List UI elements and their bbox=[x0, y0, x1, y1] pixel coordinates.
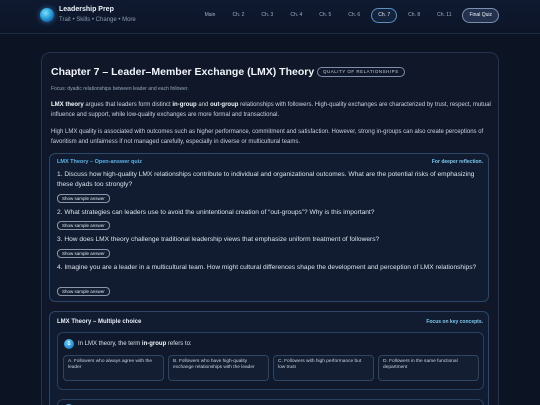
term-out-group: out-group bbox=[210, 102, 239, 108]
option-b[interactable]: B. Followers who have high-quality excha… bbox=[168, 355, 269, 381]
show-sample-answer-1-button[interactable]: Show sample answer bbox=[57, 194, 110, 203]
open-question-2: 2. What strategies can leaders use to av… bbox=[57, 209, 375, 216]
nav-ch11[interactable]: Ch. 11 bbox=[431, 8, 457, 23]
mc-quiz-title: LMX Theory – Multiple choice bbox=[57, 319, 142, 325]
open-question-1: 1. Discuss how high-quality LMX relation… bbox=[57, 171, 475, 188]
mc-question-text: In LMX theory, the term in-group refers … bbox=[78, 341, 192, 347]
outcomes-paragraph: High LMX quality is associated with outc… bbox=[51, 129, 484, 145]
brand-subtitle: Trait • Skills • Change • More bbox=[59, 17, 136, 23]
multiple-choice-quiz: LMX Theory – Multiple choice Focus on ke… bbox=[49, 311, 489, 405]
mc-question-1: 1 In LMX theory, the term in-group refer… bbox=[57, 332, 484, 390]
nav-ch2[interactable]: Ch. 2 bbox=[226, 8, 250, 23]
option-a[interactable]: A. Followers who always agree with the l… bbox=[63, 355, 164, 381]
nav-ch7[interactable]: Ch. 7 bbox=[371, 8, 398, 23]
brand-title: Leadership Prep bbox=[59, 6, 114, 13]
nav-ch4[interactable]: Ch. 4 bbox=[284, 8, 308, 23]
option-c[interactable]: C. Followers with high performance but l… bbox=[273, 355, 374, 381]
nav-ch8[interactable]: Ch. 8 bbox=[402, 8, 426, 23]
nav-ch3[interactable]: Ch. 3 bbox=[255, 8, 279, 23]
logo-icon bbox=[40, 8, 54, 22]
open-question-4: 4. Imagine you are a leader in a multicu… bbox=[57, 264, 477, 271]
chapter-badge: QUALITY OF RELATIONSHIPS bbox=[317, 67, 405, 77]
mc-question-text-2: refers to: bbox=[166, 341, 192, 347]
open-quiz-tag: For deeper reflection. bbox=[431, 159, 483, 165]
mc-question-term: in-group bbox=[141, 341, 167, 347]
show-sample-answer-3-button[interactable]: Show sample answer bbox=[57, 249, 110, 258]
term-in-group: in-group bbox=[172, 102, 197, 108]
term-lmx-theory: LMX theory bbox=[51, 102, 84, 108]
mc-options: A. Followers who always agree with the l… bbox=[63, 355, 479, 381]
top-bar: Leadership Prep Trait • Skills • Change … bbox=[0, 0, 540, 34]
question-number-badge: 1 bbox=[64, 339, 74, 349]
mc-quiz-tag: Focus on key concepts. bbox=[426, 319, 483, 325]
open-answer-quiz: LMX Theory – Open-answer quiz For deeper… bbox=[49, 153, 489, 302]
show-sample-answer-4-button[interactable]: Show sample answer bbox=[57, 287, 110, 296]
open-question-3: 3. How does LMX theory challenge traditi… bbox=[57, 236, 380, 243]
mc-question-text-1: In LMX theory, the term bbox=[78, 341, 142, 347]
nav-ch6[interactable]: Ch. 6 bbox=[342, 8, 366, 23]
nav-main[interactable]: Main bbox=[199, 8, 222, 23]
chapter-title: Chapter 7 – Leader–Member Exchange (LMX)… bbox=[51, 66, 315, 78]
show-sample-answer-2-button[interactable]: Show sample answer bbox=[57, 221, 110, 230]
chapter-nav: Main Ch. 2 Ch. 3 Ch. 4 Ch. 5 Ch. 6 Ch. 7… bbox=[199, 8, 499, 23]
chapter-focus: Focus: dyadic relationships between lead… bbox=[51, 86, 189, 92]
nav-ch5[interactable]: Ch. 5 bbox=[313, 8, 337, 23]
open-quiz-title: LMX Theory – Open-answer quiz bbox=[57, 159, 142, 165]
mc-question-2 bbox=[57, 399, 484, 405]
option-d[interactable]: D. Followers in the same functional depa… bbox=[378, 355, 479, 381]
intro-text-1: argues that leaders form distinct bbox=[83, 102, 173, 108]
nav-final-quiz[interactable]: Final Quiz bbox=[462, 8, 499, 23]
intro-text-2: and bbox=[196, 102, 211, 108]
intro-paragraph: LMX theory argues that leaders form dist… bbox=[51, 100, 491, 120]
